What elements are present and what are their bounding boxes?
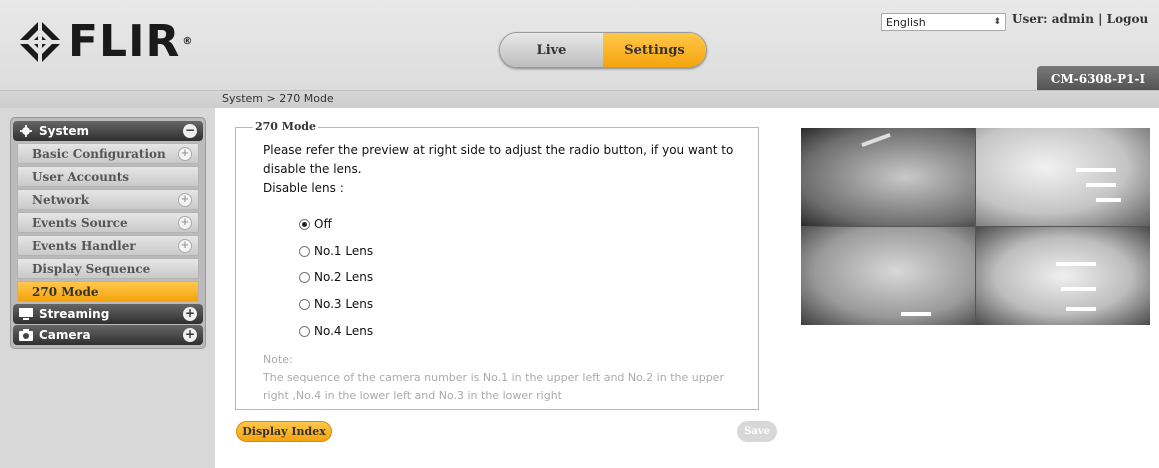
sidebar-group-streaming[interactable]: Streaming + [13,304,203,324]
preview-lens-1 [801,128,975,226]
sidebar-item-270-mode[interactable]: 270 Mode [17,281,199,302]
sidebar-group-camera[interactable]: Camera + [13,325,203,345]
radio-option-lens-1[interactable]: No.1 Lens [299,244,373,258]
preview-lens-4 [801,227,975,325]
select-arrows-icon: ⬍ [993,17,1001,27]
radio-button[interactable] [299,245,310,257]
expand-icon[interactable]: + [178,216,192,230]
flir-diamond-icon [18,20,62,64]
expand-icon[interactable]: + [183,328,197,342]
radio-option-lens-4[interactable]: No.4 Lens [299,324,373,338]
expand-icon[interactable]: + [183,307,197,321]
sidebar-item-label: 270 Mode [32,284,99,299]
radio-option-lens-3[interactable]: No.3 Lens [299,297,373,311]
panel-description: Please refer the preview at right side t… [263,143,734,176]
note-text: The sequence of the camera number is No.… [263,371,724,402]
note-title: Note: [263,353,293,366]
breadcrumb: System > 270 Mode [222,92,334,105]
sidebar-nav: System − Basic Configuration + User Acco… [10,117,206,349]
radio-option-off[interactable]: Off [299,217,332,231]
radio-label: No.1 Lens [314,244,374,258]
flir-logo: FLIR ® [18,20,193,64]
radio-button[interactable] [299,271,310,283]
sidebar-item-events-source[interactable]: Events Source + [17,212,199,233]
sidebar-group-label: System [39,124,89,138]
preview-lens-2 [976,128,1150,226]
expand-icon[interactable]: + [178,147,192,161]
sidebar-item-label: Network [32,192,90,207]
camera-preview [801,128,1150,325]
radio-label: No.4 Lens [314,324,374,338]
sidebar-group-system[interactable]: System − [13,121,203,141]
gear-icon [20,125,32,137]
save-button[interactable]: Save [737,421,777,442]
language-select[interactable]: English ⬍ [881,13,1006,31]
radio-button[interactable] [299,218,310,230]
tab-live[interactable]: Live [500,33,603,67]
expand-icon[interactable]: + [178,239,192,253]
model-badge: CM-6308-P1-I [1037,66,1159,92]
disable-lens-label: Disable lens : [263,181,344,195]
sidebar-item-label: Display Sequence [32,261,151,276]
sidebar-item-label: Basic Configuration [32,146,166,161]
radio-button[interactable] [299,325,310,337]
sidebar-item-display-sequence[interactable]: Display Sequence [17,258,199,279]
sidebar-item-label: User Accounts [32,169,130,184]
radio-label: No.3 Lens [314,297,374,311]
panel-title: 270 Mode [253,120,318,133]
mode-toggle: Live Settings [499,32,707,68]
expand-icon[interactable]: + [178,193,192,207]
sidebar-item-label: Events Handler [32,238,136,253]
sidebar-item-events-handler[interactable]: Events Handler + [17,235,199,256]
tab-settings[interactable]: Settings [603,33,706,67]
radio-option-lens-2[interactable]: No.2 Lens [299,270,373,284]
display-index-button[interactable]: Display Index [236,421,332,442]
sidebar-group-label: Streaming [39,307,110,321]
language-selected: English [886,15,926,29]
sidebar-item-network[interactable]: Network + [17,189,199,210]
breadcrumb-bar [0,90,1159,108]
sidebar-item-label: Events Source [32,215,128,230]
preview-lens-3 [976,227,1150,325]
radio-label: Off [314,217,332,231]
radio-label: No.2 Lens [314,270,374,284]
camera-icon [19,329,33,341]
user-info[interactable]: User: admin | Logou [1012,12,1148,26]
radio-button[interactable] [299,298,310,310]
brand-name: FLIR ® [68,16,194,67]
sidebar-item-user-accounts[interactable]: User Accounts [17,166,199,187]
collapse-icon[interactable]: − [183,124,197,138]
sidebar-item-basic-configuration[interactable]: Basic Configuration + [17,143,199,164]
monitor-icon [19,308,33,320]
sidebar-group-label: Camera [39,328,91,342]
